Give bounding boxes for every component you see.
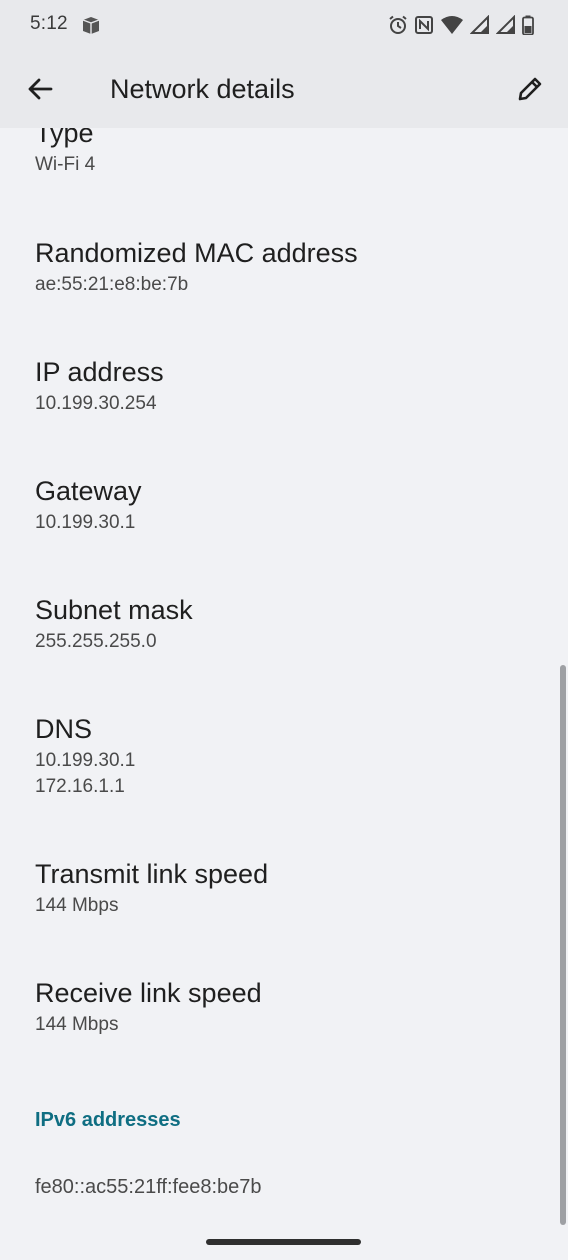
status-icons xyxy=(388,14,534,36)
detail-mac-address: Randomized MAC address ae:55:21:e8:be:7b xyxy=(35,236,535,298)
detail-value: 255.255.255.0 xyxy=(35,631,157,652)
scrollbar[interactable] xyxy=(560,665,566,1225)
page-title: Network details xyxy=(110,74,295,104)
pencil-icon xyxy=(518,77,542,101)
detail-transmit-speed: Transmit link speed 144 Mbps xyxy=(35,857,535,919)
battery-icon xyxy=(522,15,534,35)
detail-value: Wi-Fi 4 xyxy=(35,154,96,175)
detail-value: 10.199.30.254 xyxy=(35,393,157,414)
network-details-list[interactable]: Type Wi-Fi 4 Randomized MAC address ae:5… xyxy=(0,128,568,1260)
detail-gateway: Gateway 10.199.30.1 xyxy=(35,474,535,536)
detail-label: Subnet mask xyxy=(35,595,193,625)
detail-label: DNS xyxy=(35,714,93,744)
notification-icon xyxy=(80,14,102,36)
status-bar: 5:12 xyxy=(0,0,568,50)
ipv6-address-item: fe80::ac55:21ff:fee8:be7b xyxy=(35,1174,535,1200)
arrow-back-icon xyxy=(28,78,53,100)
home-indicator[interactable] xyxy=(206,1239,361,1245)
edit-button[interactable] xyxy=(508,67,552,111)
ipv6-section-header: IPv6 addresses xyxy=(35,1109,181,1131)
detail-value-secondary: 172.16.1.1 xyxy=(35,776,125,797)
detail-dns: DNS 10.199.30.1 172.16.1.1 xyxy=(35,712,535,800)
ipv6-address: fe80::ac55:21ff:fee8:be7b xyxy=(35,1176,262,1198)
detail-label: Randomized MAC address xyxy=(35,238,358,268)
status-time: 5:12 xyxy=(30,13,68,34)
detail-value: 144 Mbps xyxy=(35,895,119,916)
app-bar: Network details xyxy=(0,50,568,128)
wifi-icon xyxy=(440,15,464,35)
signal-icon xyxy=(496,15,516,35)
alarm-icon xyxy=(388,15,408,35)
detail-value: 144 Mbps xyxy=(35,1014,119,1035)
detail-value: ae:55:21:e8:be:7b xyxy=(35,274,189,295)
detail-label: Receive link speed xyxy=(35,978,262,1008)
detail-label: Type xyxy=(35,128,94,148)
detail-value: 10.199.30.1 xyxy=(35,750,136,771)
back-button[interactable] xyxy=(18,67,62,111)
detail-label: Gateway xyxy=(35,476,142,506)
detail-label: IP address xyxy=(35,357,164,387)
nfc-icon xyxy=(414,15,434,35)
detail-type: Type Wi-Fi 4 xyxy=(35,128,535,178)
detail-label: Transmit link speed xyxy=(35,859,269,889)
detail-value: 10.199.30.1 xyxy=(35,512,136,533)
detail-receive-speed: Receive link speed 144 Mbps xyxy=(35,976,535,1038)
detail-ip-address: IP address 10.199.30.254 xyxy=(35,355,535,417)
signal-icon xyxy=(470,15,490,35)
detail-subnet-mask: Subnet mask 255.255.255.0 xyxy=(35,593,535,655)
